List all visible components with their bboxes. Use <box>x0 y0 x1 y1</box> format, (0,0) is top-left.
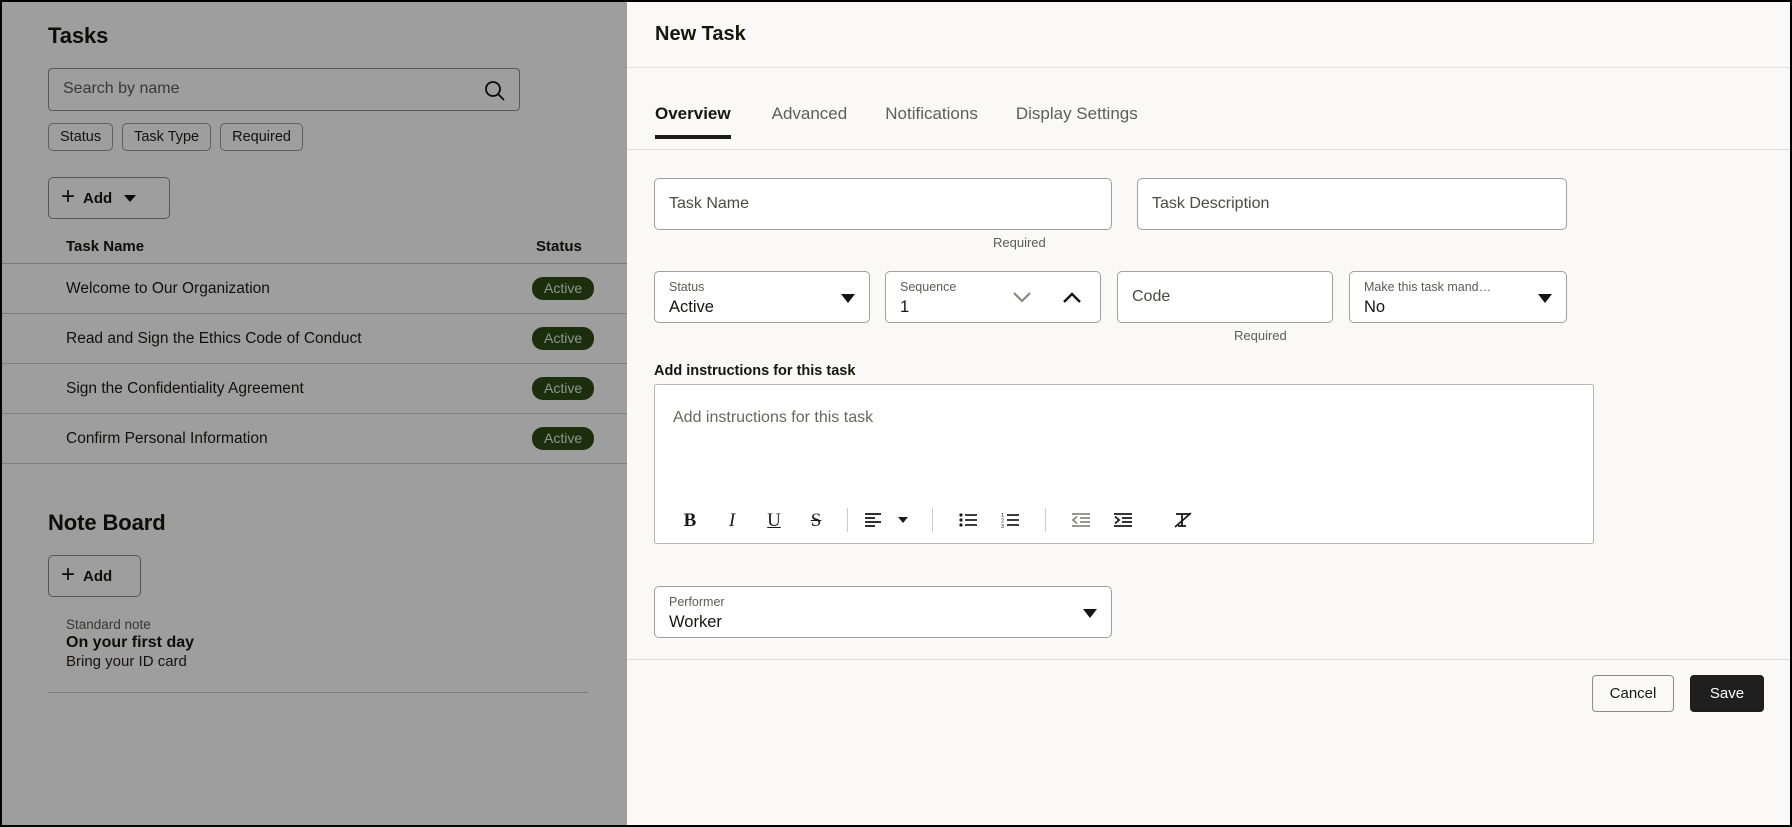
tab-notifications[interactable]: Notifications <box>866 104 997 139</box>
editor-toolbar: B I U S 1 2 3 <box>655 497 1593 543</box>
align-left-icon[interactable] <box>858 499 888 541</box>
mandatory-label: Make this task mand… <box>1364 280 1492 294</box>
task-description-placeholder: Task Description <box>1152 195 1270 212</box>
task-description-field[interactable]: Task Description <box>1137 178 1567 230</box>
status-value: Active <box>669 298 714 316</box>
align-dropdown-caret-icon[interactable] <box>888 499 918 541</box>
chevron-up-icon[interactable] <box>1062 291 1082 309</box>
dialog-tabs: Overview Advanced Notifications Display … <box>655 104 1157 139</box>
code-placeholder: Code <box>1132 288 1171 305</box>
tab-advanced[interactable]: Advanced <box>753 104 867 139</box>
mandatory-value: No <box>1364 298 1386 316</box>
chevron-down-icon[interactable] <box>1538 294 1552 303</box>
instructions-editor[interactable]: Add instructions for this task B I U S 1… <box>654 384 1594 544</box>
code-required-hint: Required <box>1234 328 1287 343</box>
divider <box>627 67 1790 68</box>
clear-formatting-icon[interactable] <box>1162 499 1204 541</box>
status-label: Status <box>669 280 705 294</box>
sequence-label: Sequence <box>900 280 957 294</box>
outdent-icon[interactable] <box>1060 499 1102 541</box>
chevron-down-icon[interactable] <box>1083 609 1097 618</box>
instructions-label: Add instructions for this task <box>654 363 856 379</box>
dialog-footer: Cancel Save <box>1592 675 1764 712</box>
task-name-required-hint: Required <box>993 235 1046 250</box>
sequence-stepper[interactable]: Sequence 1 <box>885 271 1101 323</box>
code-field[interactable]: Code <box>1117 271 1333 323</box>
underline-icon[interactable]: U <box>753 499 795 541</box>
mandatory-select[interactable]: Make this task mand… No <box>1349 271 1567 323</box>
performer-value: Worker <box>669 613 722 631</box>
bulleted-list-icon[interactable] <box>947 499 989 541</box>
instructions-placeholder: Add instructions for this task <box>673 409 874 426</box>
indent-icon[interactable] <box>1102 499 1144 541</box>
status-select[interactable]: Status Active <box>654 271 870 323</box>
italic-icon[interactable]: I <box>711 499 753 541</box>
modal-overlay-scrim[interactable] <box>2 2 642 825</box>
new-task-dialog: New Task Overview Advanced Notifications… <box>627 2 1790 825</box>
performer-select[interactable]: Performer Worker <box>654 586 1112 638</box>
task-name-field[interactable]: Task Name <box>654 178 1112 230</box>
divider <box>932 508 933 532</box>
svg-text:3: 3 <box>1001 524 1004 528</box>
app-window: Tasks Search by name Status Task Type Re… <box>0 0 1792 827</box>
sequence-value: 1 <box>900 298 910 316</box>
tab-display-settings[interactable]: Display Settings <box>997 104 1157 139</box>
tab-overview[interactable]: Overview <box>655 104 753 139</box>
chevron-down-icon[interactable] <box>1012 291 1032 309</box>
background-page: Tasks Search by name Status Task Type Re… <box>2 2 642 825</box>
strikethrough-icon[interactable]: S <box>795 499 837 541</box>
chevron-down-icon[interactable] <box>841 294 855 303</box>
divider <box>627 659 1790 660</box>
cancel-button[interactable]: Cancel <box>1592 675 1674 712</box>
bold-icon[interactable]: B <box>669 499 711 541</box>
divider <box>1045 508 1046 532</box>
task-name-placeholder: Task Name <box>669 195 750 212</box>
save-button[interactable]: Save <box>1690 675 1764 712</box>
divider <box>627 149 1790 150</box>
numbered-list-icon[interactable]: 1 2 3 <box>989 499 1031 541</box>
divider <box>847 508 848 532</box>
dialog-title: New Task <box>655 23 746 45</box>
performer-label: Performer <box>669 595 725 609</box>
